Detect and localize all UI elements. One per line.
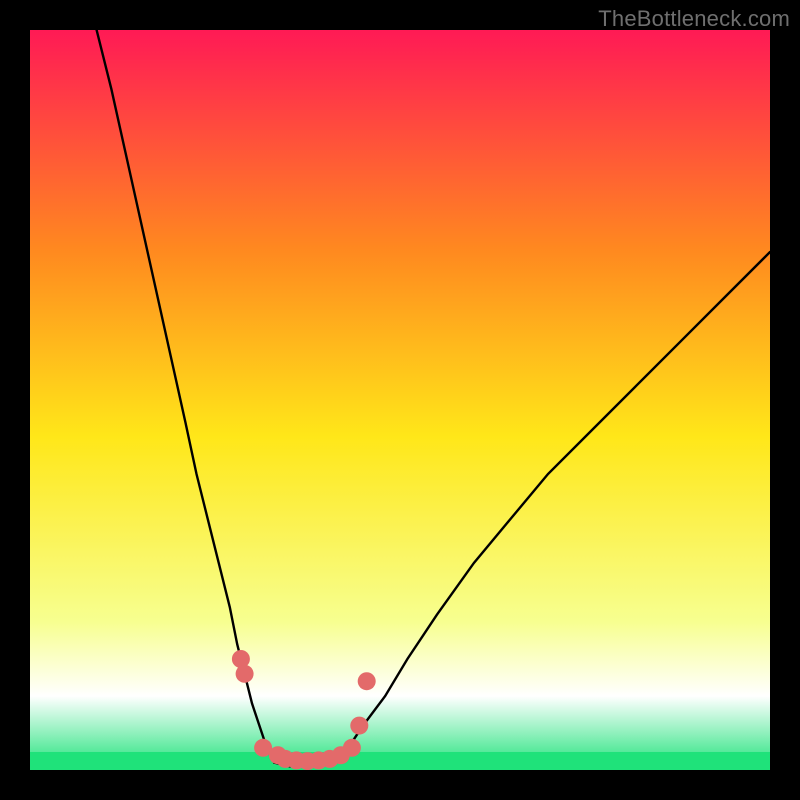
watermark-text: TheBottleneck.com <box>598 6 790 32</box>
bottleneck-chart <box>30 30 770 770</box>
data-point <box>350 717 368 735</box>
data-point <box>236 665 254 683</box>
gradient-background <box>30 30 770 770</box>
chart-frame <box>30 30 770 770</box>
bottom-green-band <box>30 752 770 770</box>
data-point <box>343 739 361 757</box>
data-point <box>358 672 376 690</box>
